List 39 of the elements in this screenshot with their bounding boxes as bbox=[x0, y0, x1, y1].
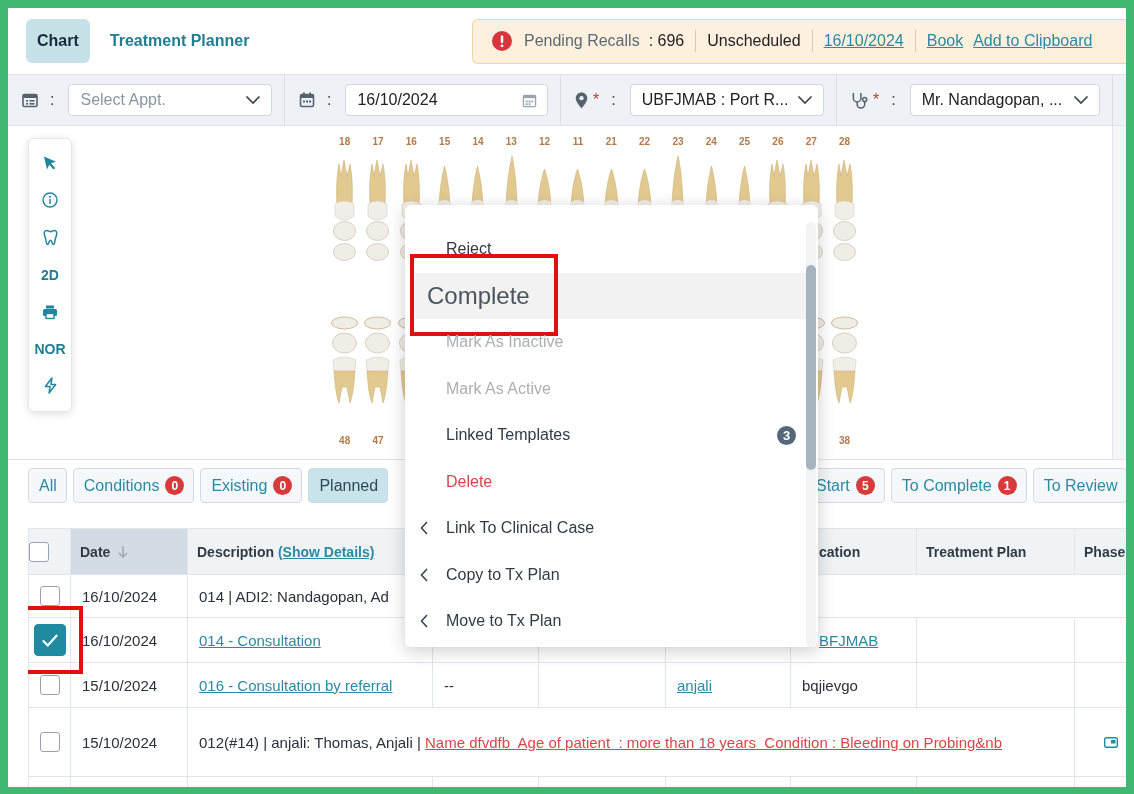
table-cell: 15/10/2024 bbox=[70, 662, 188, 708]
description-text: 012(#14) | anjali: Thomas, Anjali | bbox=[199, 733, 422, 751]
tooth-number: 28 bbox=[839, 135, 851, 149]
tooth-number: 22 bbox=[639, 135, 651, 149]
tooth-number: 25 bbox=[739, 135, 751, 149]
tooth-number: 12 bbox=[539, 135, 551, 149]
table-cell: 16/10/2024 bbox=[70, 617, 188, 663]
column-header: Treatment Plan bbox=[916, 528, 1075, 575]
separator: : bbox=[327, 91, 332, 109]
column-header: Description bbox=[197, 543, 274, 560]
recall-count: : 696 bbox=[648, 32, 685, 50]
tooth-number: 21 bbox=[605, 135, 617, 149]
tooth-number: 38 bbox=[839, 434, 851, 448]
tooth-number: 11 bbox=[572, 135, 584, 149]
tooth-number: 15 bbox=[439, 135, 451, 149]
recall-status: Unscheduled bbox=[707, 32, 801, 50]
tooth-number: 26 bbox=[772, 135, 784, 149]
recall-label: Pending Recalls bbox=[524, 32, 640, 50]
description-text: 014 | ADI2: Nandagopan, Ad bbox=[199, 587, 389, 605]
tooth-number: 27 bbox=[805, 135, 817, 149]
required-mark: * bbox=[873, 91, 880, 109]
required-mark: * bbox=[593, 91, 600, 109]
tooth-number: 23 bbox=[672, 135, 684, 149]
table-cell: 15/10/2024 bbox=[70, 707, 188, 777]
tooth-number: 14 bbox=[472, 135, 484, 149]
tooth-number: 17 bbox=[372, 135, 384, 149]
separator: : bbox=[50, 91, 55, 109]
table-cell: 16/10/2024 bbox=[70, 574, 188, 618]
tooth-number: 47 bbox=[372, 434, 384, 448]
tooth-number: 13 bbox=[505, 135, 517, 149]
tooth-number: 18 bbox=[339, 135, 351, 149]
table-cell: -- bbox=[444, 676, 454, 694]
tooth-number: 16 bbox=[405, 135, 417, 149]
tooth-number: 48 bbox=[339, 434, 351, 448]
column-header: Phase bbox=[1074, 528, 1126, 575]
separator: : bbox=[891, 91, 896, 109]
table-cell: bqjievgo bbox=[802, 676, 858, 694]
separator: : bbox=[611, 91, 616, 109]
tooth-number: 24 bbox=[705, 135, 717, 149]
